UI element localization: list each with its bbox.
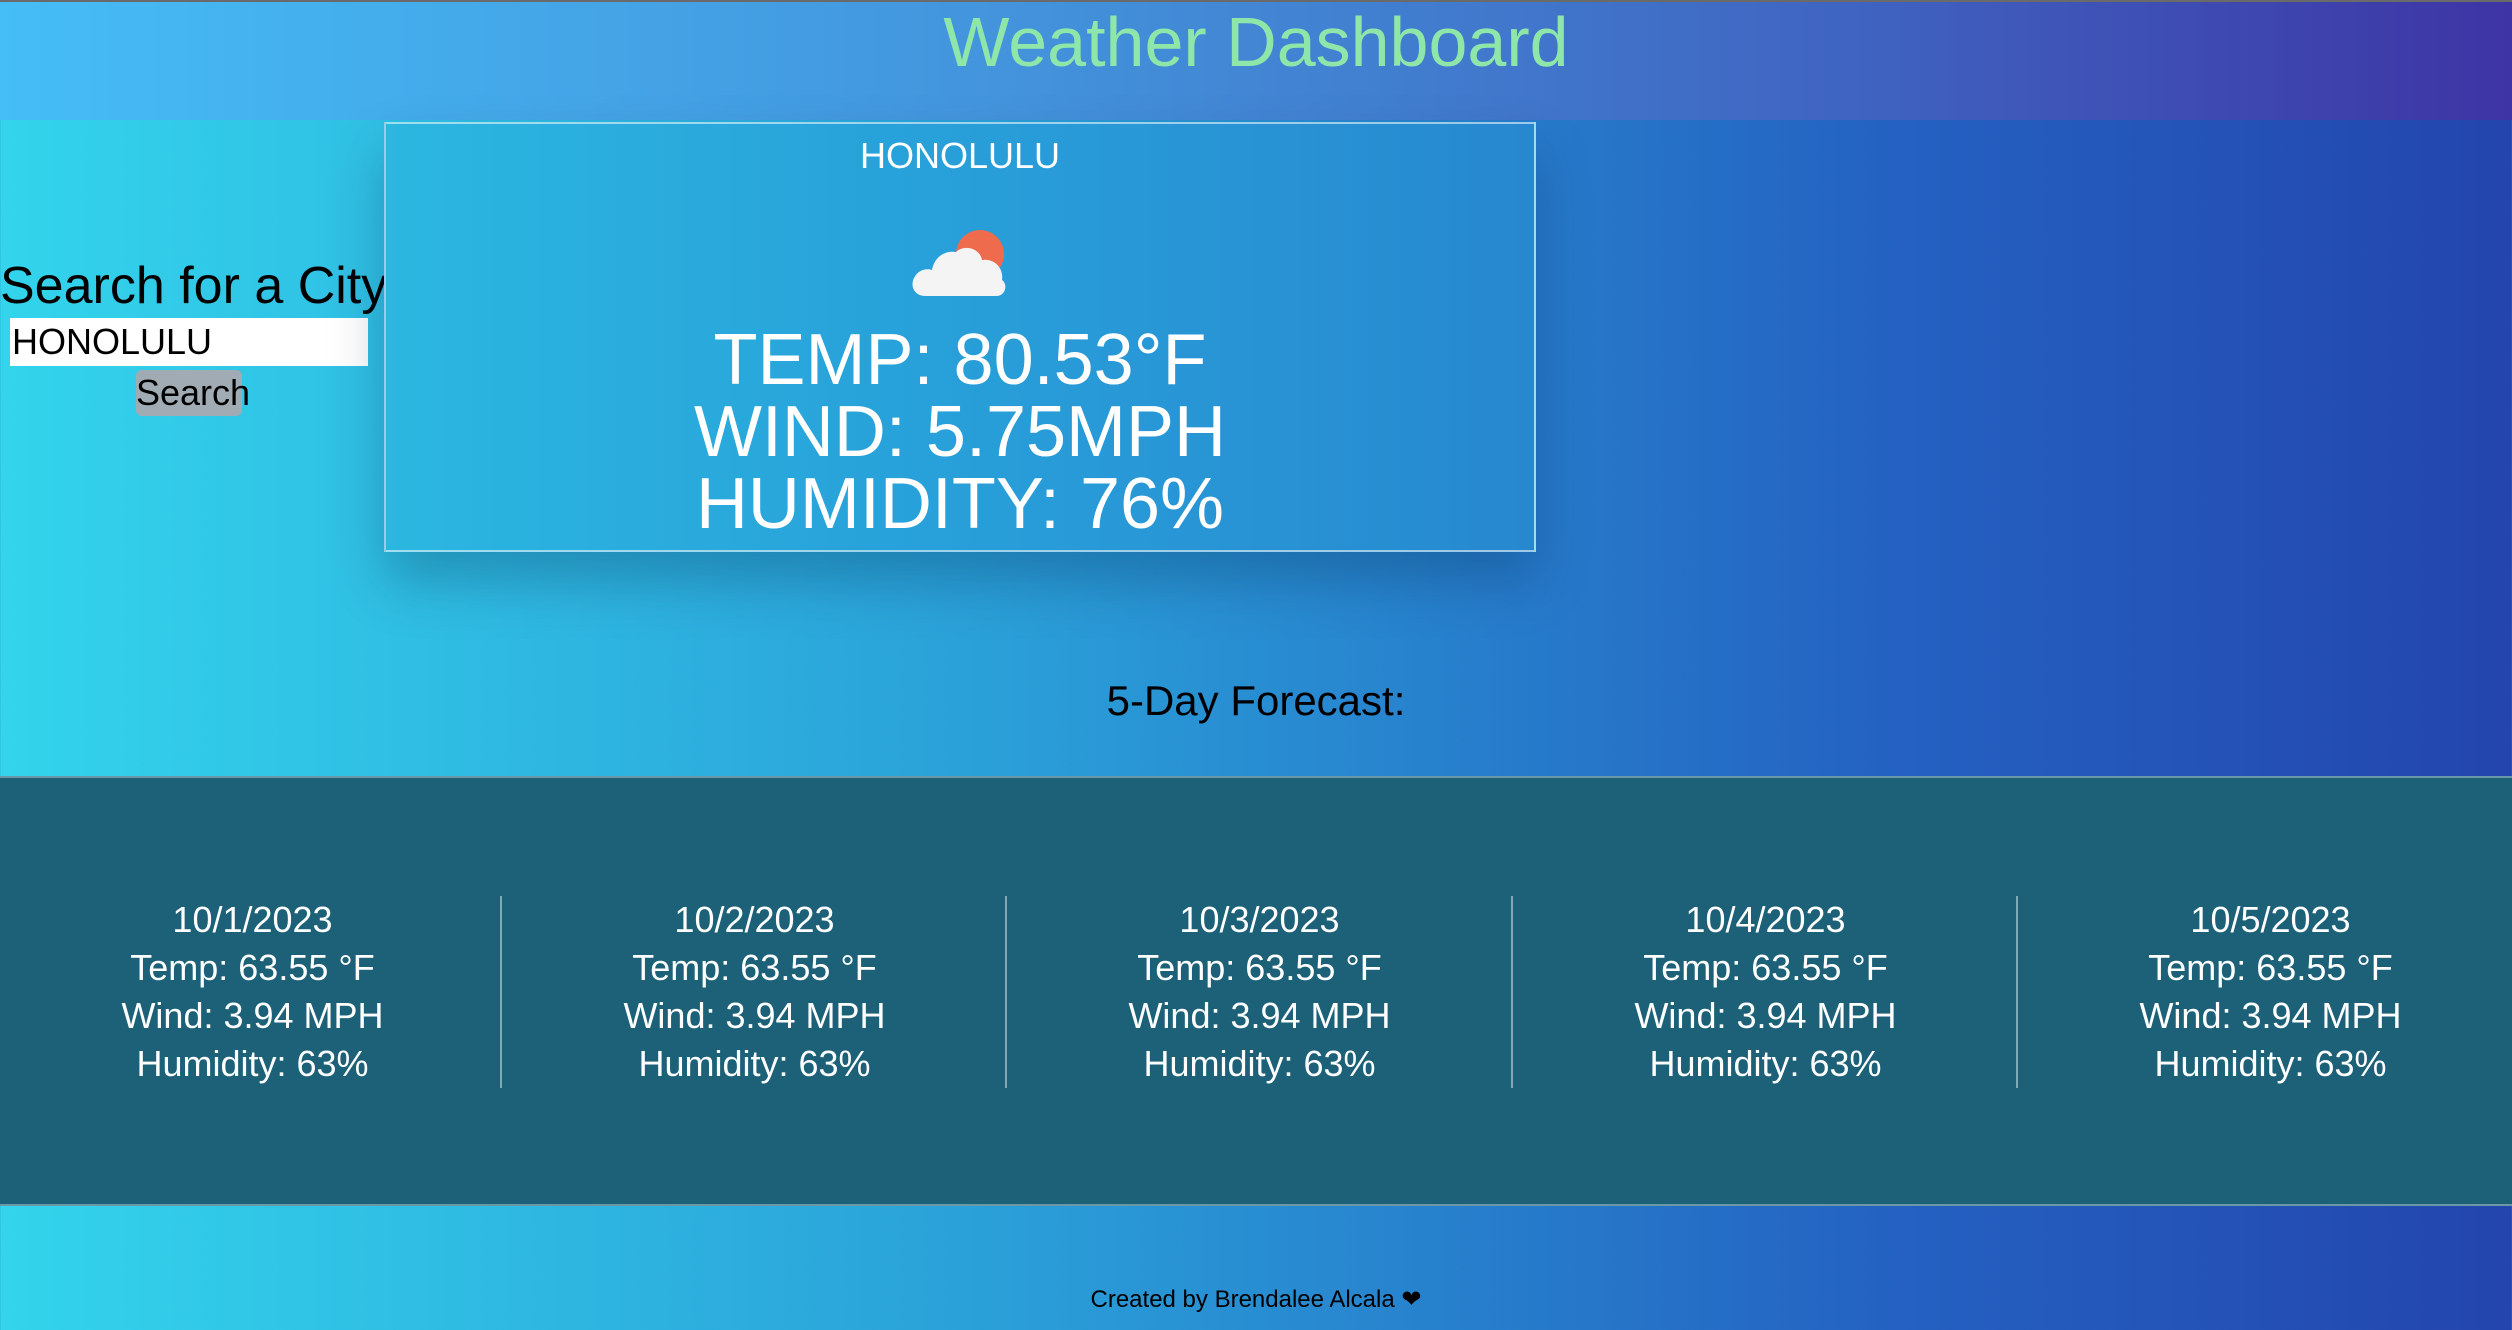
search-panel: Search for a City: Search <box>0 256 402 416</box>
forecast-temp: Temp: 63.55 °F <box>1137 947 1382 988</box>
forecast-date: 10/4/2023 <box>1685 899 1846 940</box>
forecast-temp: Temp: 63.55 °F <box>2148 947 2393 988</box>
forecast-humidity: Humidity: 63% <box>1649 1043 1882 1084</box>
forecast-day-card: 10/3/2023 Temp: 63.55 °F Wind: 3.94 MPH … <box>1007 896 1512 1088</box>
page-title: Weather Dashboard <box>943 3 1569 81</box>
forecast-day-card: 10/5/2023 Temp: 63.55 °F Wind: 3.94 MPH … <box>2018 896 2512 1088</box>
city-name: HONOLULU <box>859 135 1061 176</box>
forecast-wind: Wind: 3.94 MPH <box>2139 995 2402 1036</box>
forecast-wind: Wind: 3.94 MPH <box>121 995 384 1036</box>
forecast-temp: Temp: 63.55 °F <box>1643 947 1888 988</box>
forecast-day-card: 10/1/2023 Temp: 63.55 °F Wind: 3.94 MPH … <box>0 896 505 1088</box>
search-label: Search for a City: <box>0 257 402 315</box>
forecast-temp: Temp: 63.55 °F <box>632 947 877 988</box>
forecast-day-card: 10/2/2023 Temp: 63.55 °F Wind: 3.94 MPH … <box>502 896 1007 1088</box>
forecast-temp: Temp: 63.55 °F <box>130 947 375 988</box>
forecast-day-card: 10/4/2023 Temp: 63.55 °F Wind: 3.94 MPH … <box>1513 896 2018 1088</box>
heart-icon: ❤ <box>1401 1286 1422 1313</box>
current-humidity: HUMIDITY: 76% <box>695 464 1225 544</box>
forecast-title: 5-Day Forecast: <box>1106 677 1406 724</box>
forecast-date: 10/3/2023 <box>1179 899 1340 940</box>
forecast-date: 10/2/2023 <box>674 899 835 940</box>
search-button[interactable]: Search <box>136 370 250 416</box>
forecast-humidity: Humidity: 63% <box>2154 1043 2387 1084</box>
forecast-humidity: Humidity: 63% <box>638 1043 871 1084</box>
forecast-wind: Wind: 3.94 MPH <box>1634 995 1897 1036</box>
forecast-humidity: Humidity: 63% <box>1143 1043 1376 1084</box>
current-wind: WIND: 5.75MPH <box>693 392 1227 472</box>
forecast-section: 10/1/2023 Temp: 63.55 °F Wind: 3.94 MPH … <box>0 776 2512 1206</box>
forecast-wind: Wind: 3.94 MPH <box>623 995 886 1036</box>
search-input[interactable] <box>10 318 368 366</box>
header: Weather Dashboard <box>0 0 2512 120</box>
current-weather-card: HONOLULU TEMP: 80.53°F WIND: 5.75MPH HUM… <box>384 122 1536 552</box>
footer: Created by Brendalee Alcala ❤ <box>0 1280 2512 1320</box>
forecast-wind: Wind: 3.94 MPH <box>1128 995 1391 1036</box>
cloud-sun-icon <box>912 230 1006 296</box>
forecast-date: 10/5/2023 <box>2190 899 2351 940</box>
forecast-date: 10/1/2023 <box>172 899 333 940</box>
forecast-humidity: Humidity: 63% <box>136 1043 369 1084</box>
current-temperature: TEMP: 80.53°F <box>713 320 1207 400</box>
footer-text: Created by Brendalee Alcala <box>1090 1286 1395 1313</box>
